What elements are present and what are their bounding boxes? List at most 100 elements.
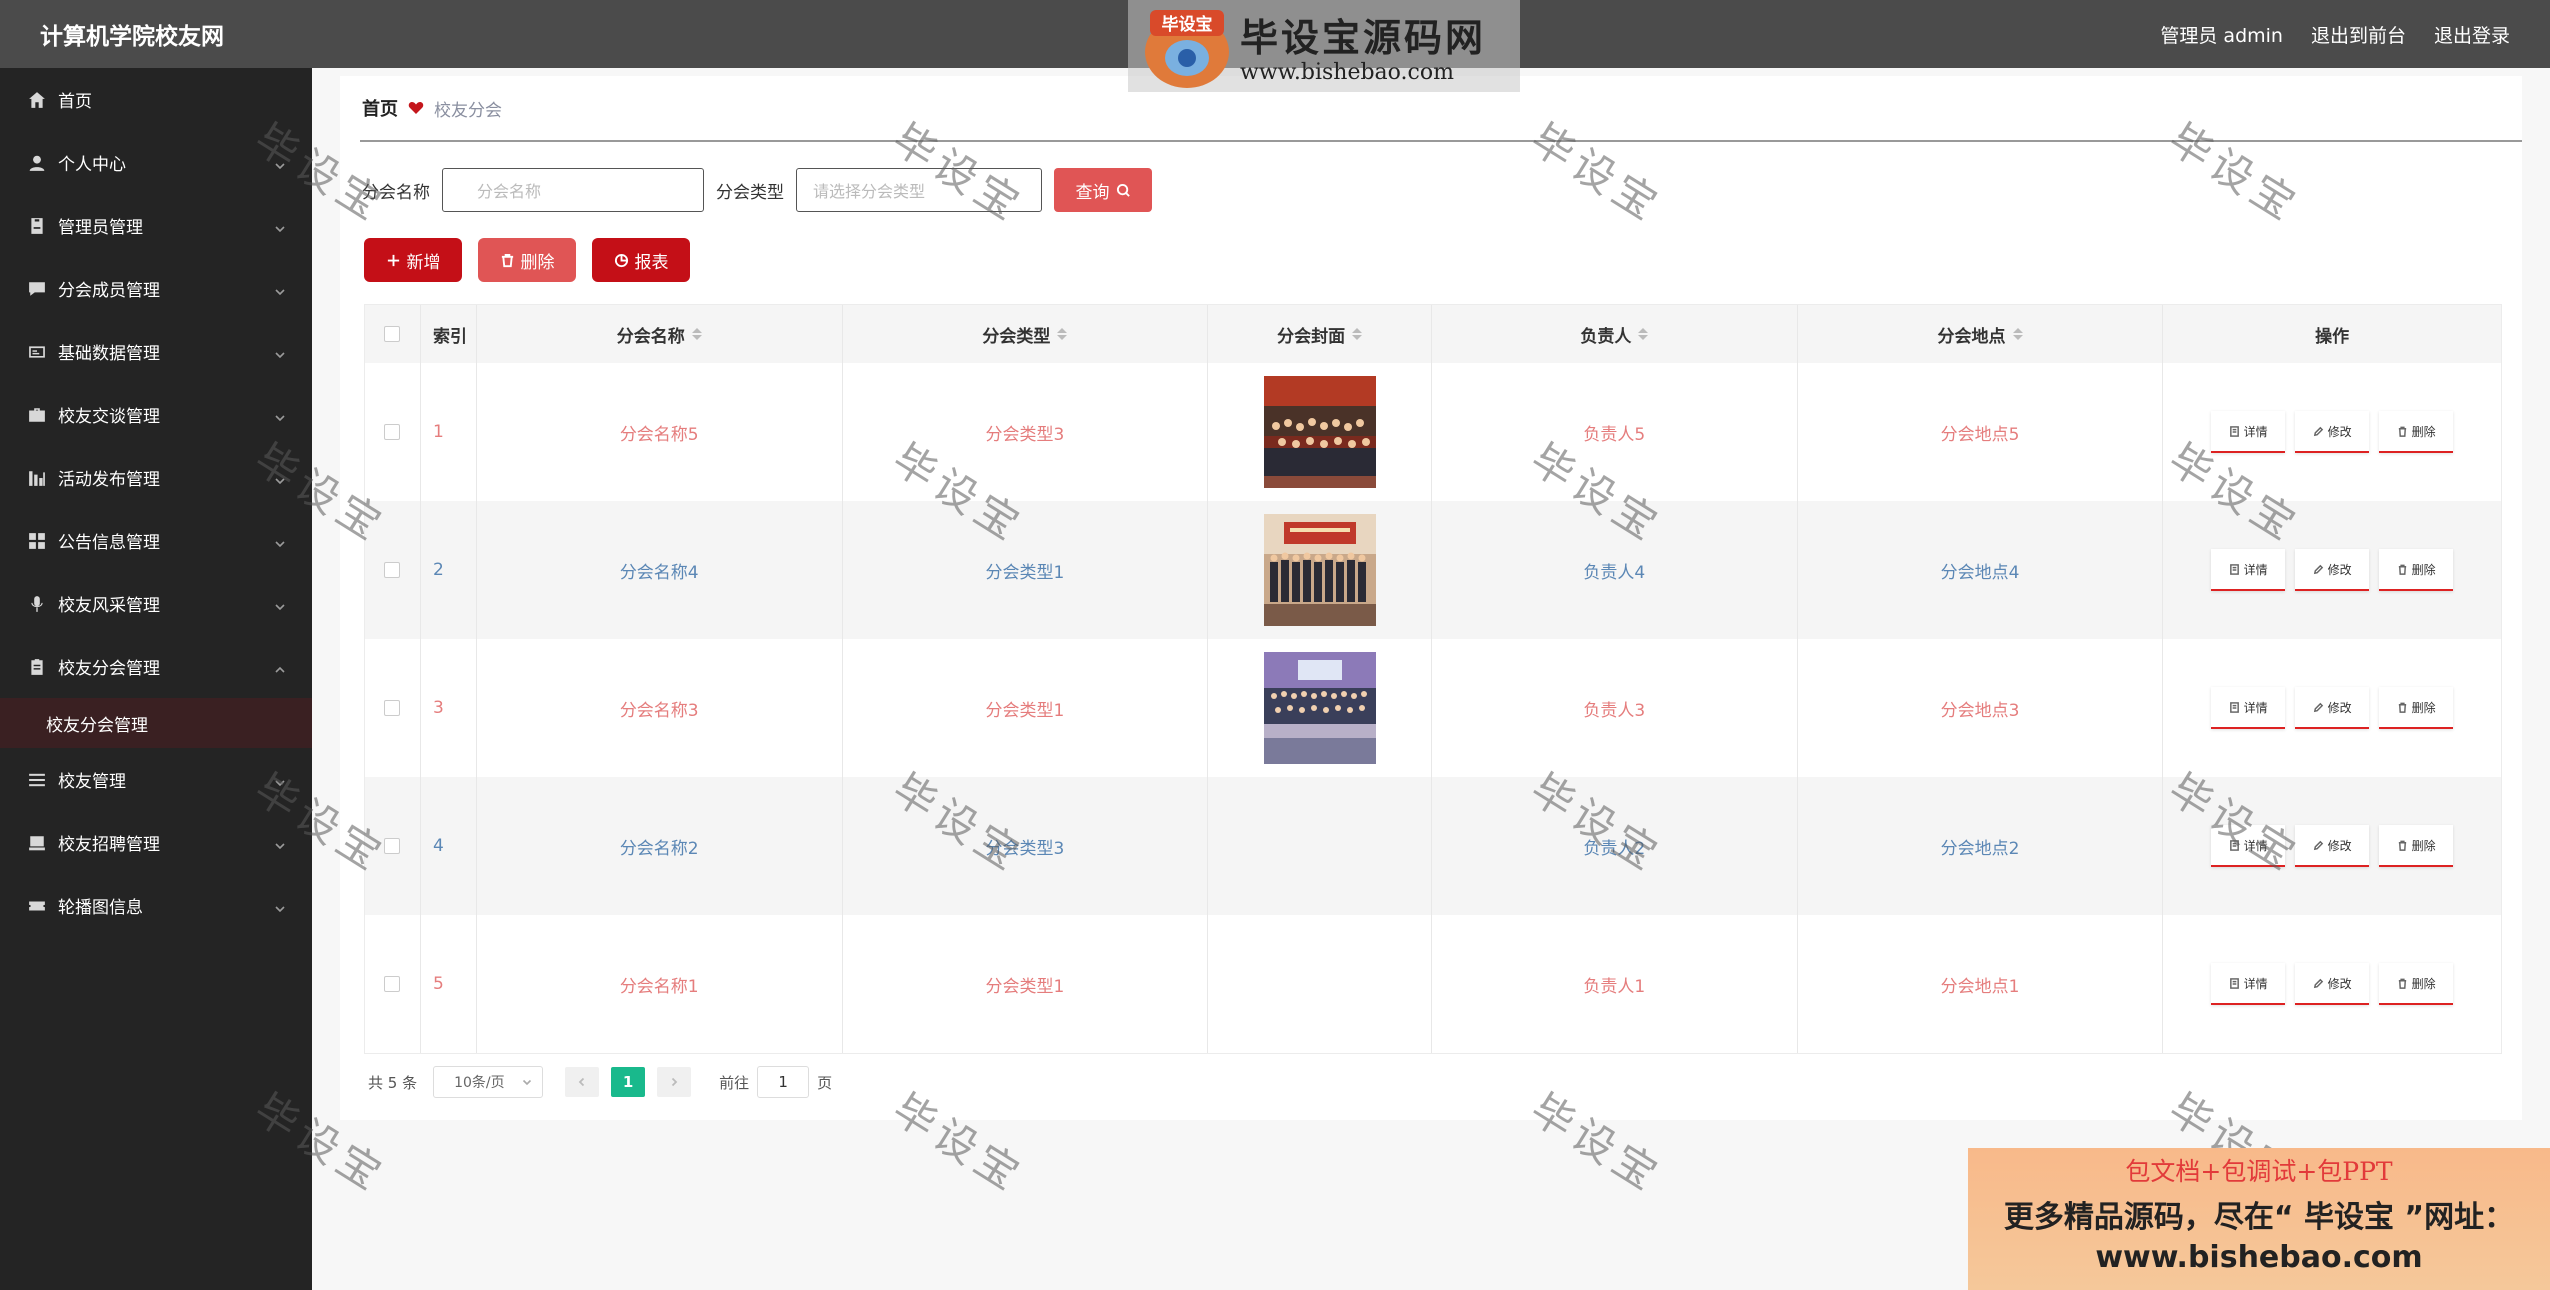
row-delete-button[interactable]: 删除 (2379, 549, 2454, 591)
edit-label: 修改 (2327, 700, 2352, 715)
col-label: 分会地点 (1937, 326, 2006, 347)
promo-line-3: www.bishebao.com (2095, 1240, 2423, 1275)
sort-icon[interactable] (1057, 328, 1068, 340)
edit-button[interactable]: 修改 (2295, 549, 2370, 591)
edit-button[interactable]: 修改 (2295, 825, 2370, 867)
sidebar-item-notice[interactable]: 公告信息管理 (0, 509, 312, 572)
row-checkbox[interactable] (384, 838, 401, 854)
select-all-checkbox[interactable] (384, 326, 401, 342)
col-location[interactable]: 分会地点 (1798, 305, 2164, 363)
sidebar-item-alumni-style[interactable]: 校友风采管理 (0, 572, 312, 635)
row-checkbox[interactable] (384, 424, 401, 440)
next-page-button[interactable] (657, 1067, 692, 1097)
row-checkbox[interactable] (384, 562, 401, 578)
page-number-current[interactable]: 1 (611, 1067, 646, 1097)
branch-table: 索引 分会名称 分会类型 分会封面 负责人 分会地点 操作 1 分会名称5 分会… (364, 304, 2502, 1054)
trash-icon (2398, 702, 2406, 713)
sidebar-item-home[interactable]: 首页 (0, 68, 312, 131)
page-size-select[interactable]: 10条/页 (433, 1066, 544, 1098)
row-checkbox[interactable] (384, 700, 401, 716)
delete-button[interactable]: 删除 (478, 238, 576, 282)
sidebar-item-label: 校友招聘管理 (58, 835, 160, 855)
list-icon (28, 771, 46, 789)
add-button[interactable]: 新增 (364, 238, 462, 282)
sort-icon[interactable] (691, 328, 702, 340)
col-label: 负责人 (1580, 326, 1632, 347)
briefcase-icon (28, 406, 46, 424)
row-location: 分会地点4 (1798, 501, 2164, 639)
cover-image[interactable] (1263, 376, 1376, 488)
row-operations: 详情 修改 删除 (2163, 777, 2501, 915)
sort-icon[interactable] (1352, 328, 1363, 340)
mic-icon (28, 595, 46, 613)
row-delete-button[interactable]: 删除 (2379, 963, 2454, 1005)
row-operations: 详情 修改 删除 (2163, 363, 2501, 501)
branch-name-input[interactable]: 分会名称 (442, 168, 704, 212)
grid-icon (28, 532, 46, 550)
detail-button[interactable]: 详情 (2211, 549, 2286, 591)
col-type[interactable]: 分会类型 (843, 305, 1209, 363)
total-count: 共 5 条 (368, 1073, 418, 1092)
edit-button[interactable]: 修改 (2295, 411, 2370, 453)
sidebar-item-activity[interactable]: 活动发布管理 (0, 446, 312, 509)
current-user[interactable]: 管理员 admin (2160, 21, 2283, 48)
exit-to-front-link[interactable]: 退出到前台 (2311, 21, 2406, 48)
sidebar-item-admin[interactable]: 管理员管理 (0, 194, 312, 257)
row-delete-button[interactable]: 删除 (2379, 411, 2454, 453)
pagination: 共 5 条 10条/页 1 前往 1 页 (368, 1066, 832, 1098)
branch-type-select[interactable]: 请选择分会类型 (796, 168, 1042, 212)
cover-image[interactable] (1263, 652, 1376, 764)
goto-page-input[interactable]: 1 (757, 1066, 810, 1098)
detail-button[interactable]: 详情 (2211, 825, 2286, 867)
chevron-down-icon (274, 157, 286, 169)
row-location: 分会地点2 (1798, 777, 2164, 915)
submenu-item-alumni-branch[interactable]: 校友分会管理 (0, 698, 312, 748)
select-all-cell (365, 305, 421, 363)
sidebar-item-basic-data[interactable]: 基础数据管理 (0, 320, 312, 383)
sort-icon[interactable] (2012, 328, 2023, 340)
detail-button[interactable]: 详情 (2211, 411, 2286, 453)
col-cover[interactable]: 分会封面 (1208, 305, 1433, 363)
sidebar-item-profile[interactable]: 个人中心 (0, 131, 312, 194)
sidebar-item-carousel[interactable]: 轮播图信息 (0, 874, 312, 937)
sidebar-item-branch-members[interactable]: 分会成员管理 (0, 257, 312, 320)
edit-button[interactable]: 修改 (2295, 687, 2370, 729)
sort-icon[interactable] (1638, 328, 1649, 340)
breadcrumb-home[interactable]: 首页 (362, 95, 398, 121)
row-delete-button[interactable]: 删除 (2379, 825, 2454, 867)
prev-page-button[interactable] (565, 1067, 600, 1097)
pencil-icon (2313, 702, 2323, 712)
detail-button[interactable]: 详情 (2211, 687, 2286, 729)
row-delete-button[interactable]: 删除 (2379, 687, 2454, 729)
site-brand[interactable]: 计算机学院校友网 (40, 17, 224, 51)
clipboard-icon (28, 658, 46, 676)
col-owner[interactable]: 负责人 (1432, 305, 1798, 363)
sidebar-item-alumni-talk[interactable]: 校友交谈管理 (0, 383, 312, 446)
detail-button[interactable]: 详情 (2211, 963, 2286, 1005)
edit-button[interactable]: 修改 (2295, 963, 2370, 1005)
logout-link[interactable]: 退出登录 (2434, 21, 2510, 48)
promo-line-2: 更多精品源码，尽在“ 毕设宝 ”网址： (2003, 1200, 2515, 1235)
goto-suffix: 页 (817, 1073, 833, 1092)
sidebar-item-alumni-branch[interactable]: 校友分会管理 (0, 635, 312, 698)
breadcrumb-current: 校友分会 (434, 100, 502, 121)
col-name[interactable]: 分会名称 (477, 305, 843, 363)
query-button[interactable]: 查询 (1054, 168, 1152, 212)
row-type: 分会类型1 (843, 639, 1209, 777)
row-owner: 负责人3 (1432, 639, 1798, 777)
sidebar-item-recruit[interactable]: 校友招聘管理 (0, 811, 312, 874)
row-type: 分会类型3 (843, 363, 1209, 501)
row-check-cell (365, 639, 421, 777)
row-name: 分会名称1 (477, 915, 843, 1053)
row-checkbox[interactable] (384, 976, 401, 992)
row-check-cell (365, 915, 421, 1053)
chevron-down-icon (274, 774, 286, 786)
table-header: 索引 分会名称 分会类型 分会封面 负责人 分会地点 操作 (365, 305, 2501, 363)
row-location: 分会地点1 (1798, 915, 2164, 1053)
report-button[interactable]: 报表 (592, 238, 690, 282)
document-icon (2229, 977, 2239, 989)
cover-image[interactable] (1263, 514, 1376, 626)
delete-label: 删除 (2411, 838, 2436, 853)
row-operations: 详情 修改 删除 (2163, 639, 2501, 777)
sidebar-item-alumni[interactable]: 校友管理 (0, 748, 312, 811)
